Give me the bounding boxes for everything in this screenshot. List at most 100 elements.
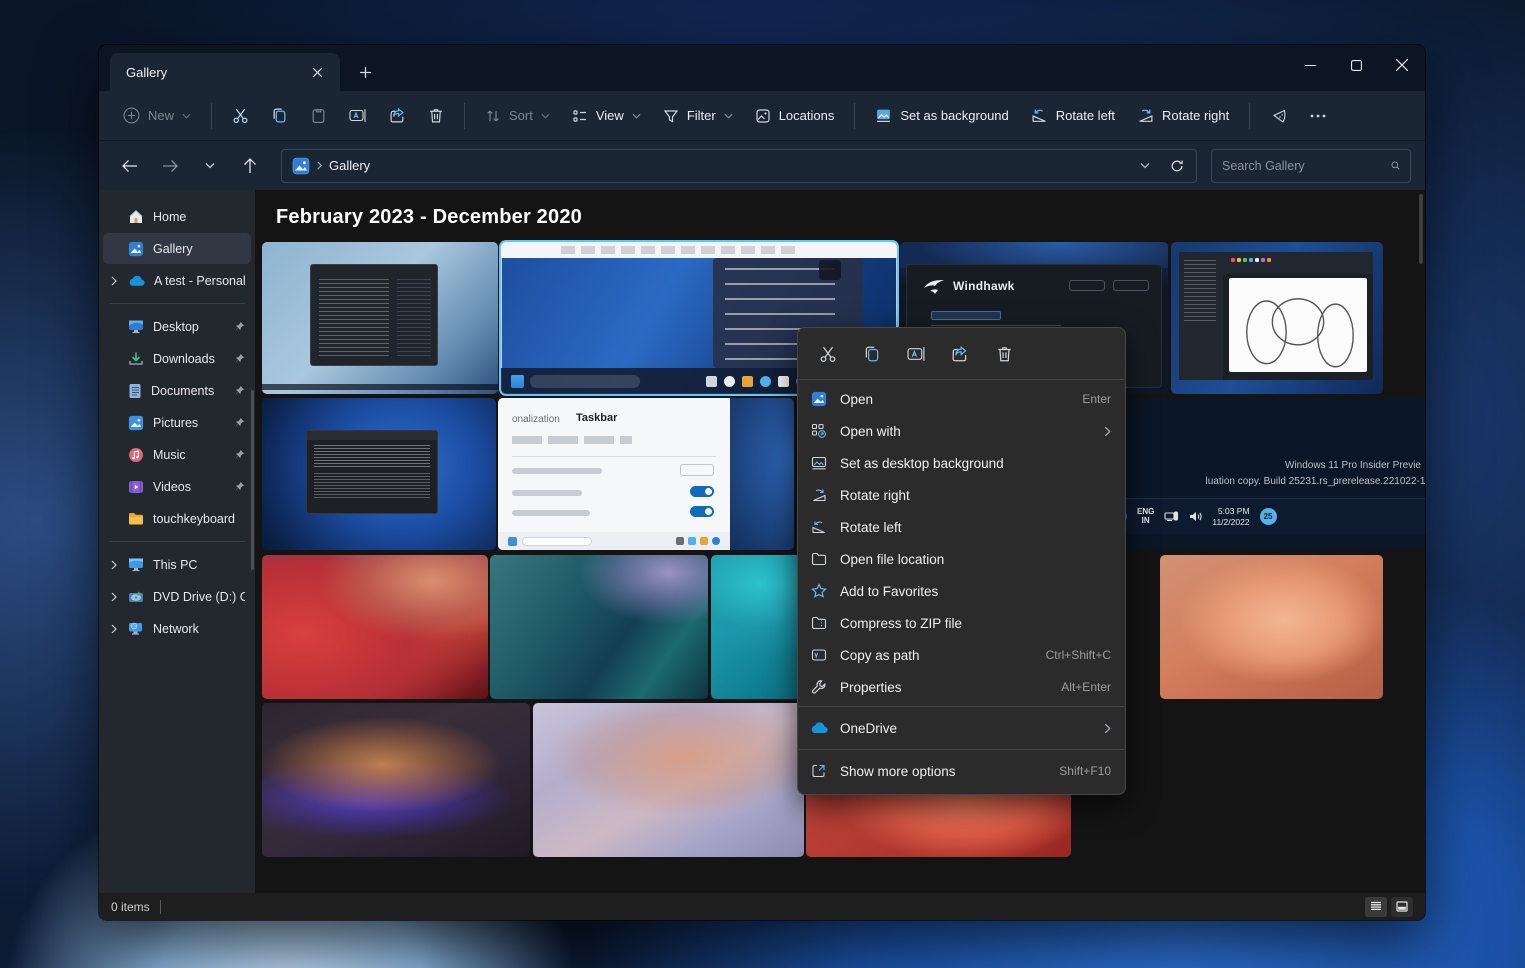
photo-thumbnail[interactable]	[490, 555, 708, 699]
sidebar-item-videos[interactable]: Videos	[103, 471, 251, 502]
locations-button[interactable]: Locations	[745, 98, 845, 134]
notification-badge: 25	[1260, 508, 1277, 525]
menu-item-copy-as-path[interactable]: Copy as path Ctrl+Shift+C	[798, 639, 1125, 671]
photo-thumbnail[interactable]: onalization Taskbar	[498, 398, 794, 550]
cut-button[interactable]	[222, 98, 259, 134]
explorer-window: Gallery New	[99, 45, 1425, 920]
context-menu: Open Enter Open with Set as desktop back…	[797, 327, 1126, 795]
cut-button[interactable]	[810, 339, 846, 369]
tab-close-icon[interactable]	[304, 59, 330, 85]
sidebar-item-dvd-drive[interactable]: DVD Drive (D:) CCC	[103, 581, 251, 612]
rename-button[interactable]	[898, 339, 934, 369]
content-scrollbar[interactable]	[1419, 194, 1423, 264]
close-button[interactable]	[1379, 45, 1425, 85]
open-icon	[811, 391, 827, 407]
breadcrumb[interactable]: Gallery	[329, 158, 370, 173]
music-icon	[128, 447, 144, 463]
dvd-drive-icon	[128, 590, 144, 604]
up-button[interactable]	[233, 150, 267, 182]
menu-item-rotate-right[interactable]: Rotate right	[798, 479, 1125, 511]
photo-thumbnail[interactable]	[262, 398, 496, 550]
chevron-right-icon	[109, 276, 119, 286]
sidebar-item-this-pc[interactable]: This PC	[103, 549, 251, 580]
sidebar-item-home[interactable]: Home	[103, 201, 251, 232]
details-view-toggle[interactable]	[1365, 897, 1387, 917]
sidebar-scrollbar[interactable]	[251, 390, 254, 570]
paste-button[interactable]	[300, 98, 337, 134]
photo-thumbnail[interactable]	[262, 242, 498, 394]
share-button[interactable]	[379, 98, 416, 134]
menu-item-onedrive[interactable]: OneDrive	[798, 710, 1125, 746]
set-as-background-button[interactable]: Set as background	[865, 98, 1018, 134]
paste-icon	[310, 107, 327, 124]
copy-button[interactable]	[854, 339, 890, 369]
tab-gallery[interactable]: Gallery	[110, 53, 340, 91]
menu-item-open-file-location[interactable]: Open file location	[798, 543, 1125, 575]
chevron-down-icon	[724, 113, 733, 119]
sidebar-item-documents[interactable]: Documents	[103, 375, 251, 406]
copy-button[interactable]	[261, 98, 298, 134]
sidebar-item-downloads[interactable]: Downloads	[103, 343, 251, 374]
refresh-button[interactable]	[1164, 153, 1190, 179]
filter-button[interactable]: Filter	[653, 98, 743, 134]
photo-thumbnail[interactable]	[262, 703, 530, 857]
rotate-left-button[interactable]: Rotate left	[1021, 98, 1125, 134]
delete-button[interactable]	[418, 98, 454, 134]
menu-item-compress-to-zip[interactable]: Compress to ZIP file	[798, 607, 1125, 639]
maximize-button[interactable]	[1333, 45, 1379, 85]
delete-button[interactable]	[986, 339, 1022, 369]
menu-item-show-more-options[interactable]: Show more options Shift+F10	[798, 753, 1125, 789]
sidebar-item-gallery[interactable]: Gallery	[103, 233, 251, 264]
locations-icon	[755, 108, 771, 124]
sidebar-item-desktop[interactable]: Desktop	[103, 311, 251, 342]
minimize-button[interactable]	[1287, 45, 1333, 85]
rename-icon	[349, 107, 367, 124]
menu-item-rotate-left[interactable]: Rotate left	[798, 511, 1125, 543]
onedrive-icon	[810, 722, 828, 734]
address-dropdown-icon[interactable]	[1132, 153, 1158, 179]
sidebar-divider	[109, 541, 245, 542]
search-box[interactable]	[1211, 149, 1411, 183]
forward-button[interactable]	[153, 150, 187, 182]
sidebar-divider	[109, 303, 245, 304]
menu-item-add-to-favorites[interactable]: Add to Favorites	[798, 575, 1125, 607]
item-count: 0 items	[111, 900, 150, 914]
rotate-right-button[interactable]: Rotate right	[1127, 98, 1239, 134]
large-thumbnails-icon	[1396, 901, 1408, 912]
menu-item-set-as-desktop-background[interactable]: Set as desktop background	[798, 447, 1125, 479]
search-input[interactable]	[1222, 159, 1383, 173]
recent-locations-button[interactable]	[193, 150, 227, 182]
new-tab-icon[interactable]	[352, 59, 378, 85]
see-more-button[interactable]	[1300, 98, 1336, 134]
rotate-right-icon	[811, 487, 827, 503]
sidebar-item-touchkeyboard[interactable]: touchkeyboard	[103, 503, 251, 534]
photo-thumbnail[interactable]	[533, 703, 804, 857]
onedrive-icon	[128, 275, 145, 287]
menu-item-open-with[interactable]: Open with	[798, 415, 1125, 447]
rotate-left-icon	[1031, 107, 1048, 124]
sidebar-item-network[interactable]: Network	[103, 613, 251, 644]
documents-icon	[128, 383, 142, 399]
back-button[interactable]	[113, 150, 147, 182]
rename-button[interactable]	[339, 98, 377, 134]
new-button[interactable]: New	[113, 98, 201, 134]
menu-item-properties[interactable]: Properties Alt+Enter	[798, 671, 1125, 703]
photo-thumbnail[interactable]	[262, 555, 488, 699]
breadcrumb-bar[interactable]: Gallery	[281, 149, 1197, 183]
rename-icon	[907, 345, 926, 363]
sidebar-item-onedrive[interactable]: A test - Personal	[103, 265, 251, 296]
gallery-icon	[292, 157, 310, 175]
set-as-background-icon	[811, 455, 827, 471]
sidebar-item-music[interactable]: Music	[103, 439, 251, 470]
tab-bar: Gallery	[99, 45, 1425, 91]
photo-thumbnail[interactable]	[1171, 242, 1383, 394]
details-pane-button[interactable]	[1260, 98, 1298, 134]
large-thumbnails-toggle[interactable]	[1391, 897, 1413, 917]
sidebar-item-pictures[interactable]: Pictures	[103, 407, 251, 438]
share-button[interactable]	[942, 339, 978, 369]
menu-item-open[interactable]: Open Enter	[798, 383, 1125, 415]
sort-button[interactable]: Sort	[475, 98, 560, 134]
photo-thumbnail[interactable]	[1160, 555, 1383, 699]
address-bar: Gallery	[99, 141, 1425, 190]
view-button[interactable]: View	[562, 98, 651, 134]
